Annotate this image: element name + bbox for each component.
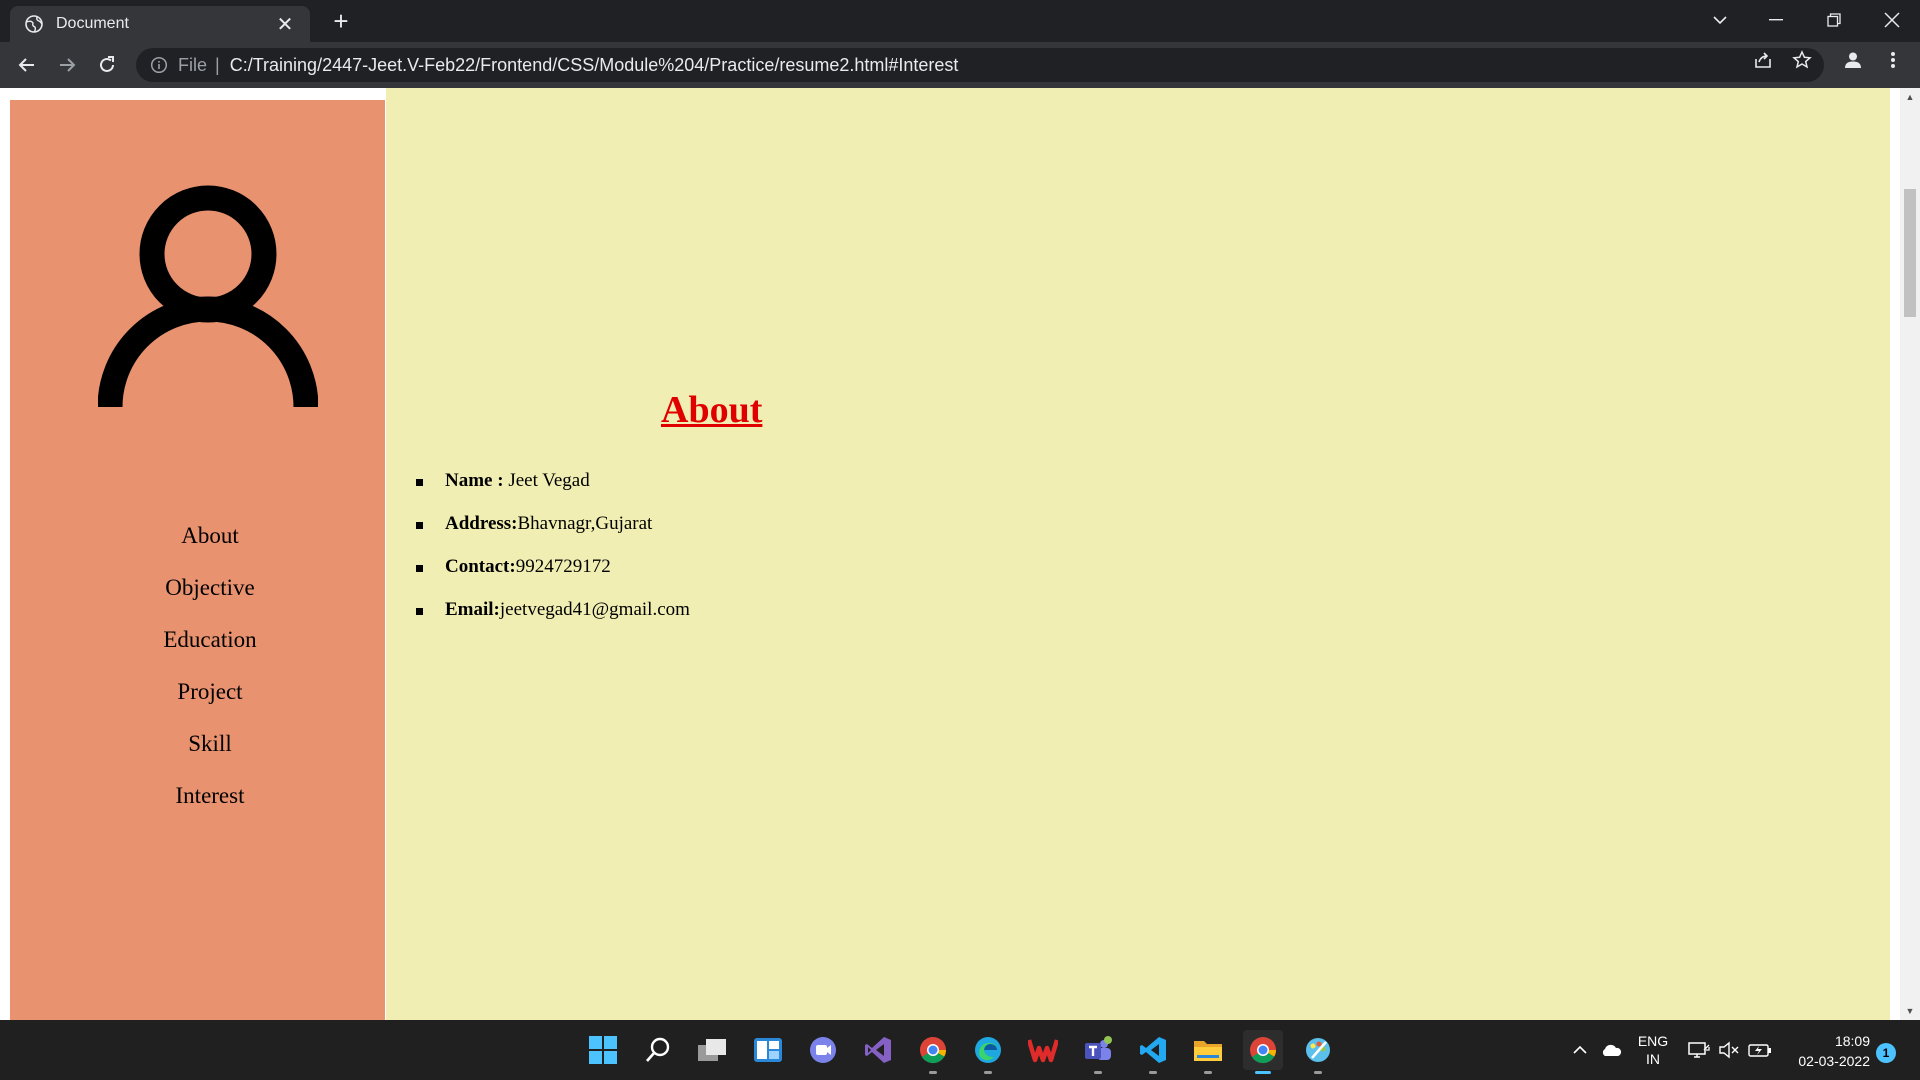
lang-region: IN xyxy=(1646,1051,1660,1067)
url-separator: | xyxy=(215,54,220,75)
close-window-icon[interactable] xyxy=(1864,0,1920,40)
scrollbar-thumb[interactable] xyxy=(1904,189,1916,317)
detail-email: Email:jeetvegad41@gmail.com xyxy=(416,599,690,642)
lang-code: ENG xyxy=(1637,1033,1669,1049)
vscode-icon[interactable] xyxy=(1133,1030,1173,1074)
search-icon[interactable] xyxy=(638,1030,678,1070)
edge-icon[interactable] xyxy=(968,1030,1008,1074)
sidebar-link-education[interactable]: Education xyxy=(138,624,256,676)
section-heading: About xyxy=(661,389,763,431)
bullet xyxy=(416,479,423,486)
bookmark-star-icon[interactable] xyxy=(1791,49,1813,71)
site-info-icon[interactable] xyxy=(150,56,168,74)
detail-label: Email: xyxy=(445,599,500,620)
running-indicator xyxy=(929,1071,937,1074)
network-icon[interactable] xyxy=(1686,1020,1712,1080)
reload-icon[interactable] xyxy=(92,50,122,80)
about-details-list: Name : Jeet Vegad Address:Bhavnagr,Gujar… xyxy=(416,470,690,642)
running-indicator xyxy=(1314,1071,1322,1074)
visual-studio-icon[interactable] xyxy=(858,1030,898,1070)
sidebar-link-project[interactable]: Project xyxy=(152,676,242,728)
teams-icon[interactable] xyxy=(1078,1030,1118,1074)
forward-arrow-icon[interactable] xyxy=(52,50,82,80)
wps-office-icon[interactable] xyxy=(1023,1030,1063,1070)
more-menu-icon[interactable] xyxy=(1882,49,1904,71)
bullet xyxy=(416,522,423,529)
running-indicator xyxy=(1149,1071,1157,1074)
address-bar[interactable]: File | C:/Training/2447-Jeet.V-Feb22/Fro… xyxy=(136,48,1824,82)
chrome-active-icon[interactable] xyxy=(1243,1030,1283,1074)
globe-icon xyxy=(24,14,44,34)
tab-close-icon[interactable]: ✕ xyxy=(274,12,296,37)
start-icon[interactable] xyxy=(583,1030,623,1070)
minimize-icon[interactable] xyxy=(1748,0,1804,40)
clock-time: 18:09 xyxy=(1834,1033,1870,1049)
sidebar-link-interest[interactable]: Interest xyxy=(151,780,245,832)
scroll-down-arrow-icon[interactable]: ▼ xyxy=(1900,1002,1920,1020)
browser-tab-bar: Document ✕ + xyxy=(0,0,1920,42)
detail-label: Name : xyxy=(445,470,509,491)
restore-icon[interactable] xyxy=(1806,0,1862,40)
volume-muted-icon[interactable] xyxy=(1716,1020,1742,1080)
detail-value: 9924729172 xyxy=(515,556,611,577)
vertical-scrollbar[interactable]: ▲ ▼ xyxy=(1900,88,1920,1020)
chat-icon[interactable] xyxy=(803,1030,843,1070)
detail-label: Address: xyxy=(445,513,518,534)
detail-value: Jeet Vegad xyxy=(508,470,590,491)
clock-date: 02-03-2022 xyxy=(1798,1053,1870,1069)
scroll-up-arrow-icon[interactable]: ▲ xyxy=(1900,88,1920,106)
sidebar-link-objective[interactable]: Objective xyxy=(140,572,254,624)
tray-overflow-chevron-icon[interactable] xyxy=(1568,1020,1592,1080)
bullet xyxy=(416,608,423,615)
file-explorer-icon[interactable] xyxy=(1188,1030,1228,1074)
system-clock[interactable]: 18:09 02-03-2022 xyxy=(1778,1031,1870,1071)
running-indicator xyxy=(1204,1071,1212,1074)
share-icon[interactable] xyxy=(1752,49,1774,71)
running-indicator xyxy=(1094,1071,1102,1074)
running-indicator xyxy=(984,1071,992,1074)
page-viewport: About Objective Education Project Skill … xyxy=(0,88,1900,1020)
bullet xyxy=(416,565,423,572)
back-arrow-icon[interactable] xyxy=(12,50,42,80)
detail-value: jeetvegad41@gmail.com xyxy=(499,599,690,620)
detail-contact: Contact:9924729172 xyxy=(416,556,690,599)
language-indicator[interactable]: ENG IN xyxy=(1630,1032,1676,1068)
paint-icon[interactable] xyxy=(1298,1030,1338,1074)
battery-charging-icon[interactable] xyxy=(1746,1020,1774,1080)
browser-tab[interactable]: Document ✕ xyxy=(10,6,310,42)
taskbar: ENG IN 18:09 02-03-2022 1 xyxy=(0,1020,1920,1080)
sidebar: About Objective Education Project Skill … xyxy=(10,100,385,1020)
sidebar-link-about[interactable]: About xyxy=(156,520,239,572)
detail-name: Name : Jeet Vegad xyxy=(416,470,690,513)
browser-toolbar: File | C:/Training/2447-Jeet.V-Feb22/Fro… xyxy=(0,42,1920,88)
chrome-icon[interactable] xyxy=(913,1030,953,1074)
profile-icon[interactable] xyxy=(1842,49,1864,71)
main-content: About Name : Jeet Vegad Address:Bhavnagr… xyxy=(386,88,1890,1020)
tab-title: Document xyxy=(56,15,129,32)
detail-label: Contact: xyxy=(445,556,516,577)
url-text[interactable]: C:/Training/2447-Jeet.V-Feb22/Frontend/C… xyxy=(230,55,959,76)
url-scheme: File xyxy=(178,54,208,75)
detail-address: Address:Bhavnagr,Gujarat xyxy=(416,513,690,556)
tab-search-icon[interactable] xyxy=(1692,0,1748,40)
notification-badge[interactable]: 1 xyxy=(1876,1043,1896,1063)
detail-value: Bhavnagr,Gujarat xyxy=(517,513,653,534)
new-tab-button[interactable]: + xyxy=(326,6,356,36)
widgets-icon[interactable] xyxy=(748,1030,788,1070)
onedrive-cloud-icon[interactable] xyxy=(1598,1020,1624,1080)
sidebar-link-skill[interactable]: Skill xyxy=(163,728,231,780)
task-view-icon[interactable] xyxy=(693,1030,733,1070)
user-avatar-icon xyxy=(97,185,319,408)
active-indicator xyxy=(1255,1071,1271,1074)
sidebar-menu: About Objective Education Project Skill … xyxy=(10,520,385,832)
